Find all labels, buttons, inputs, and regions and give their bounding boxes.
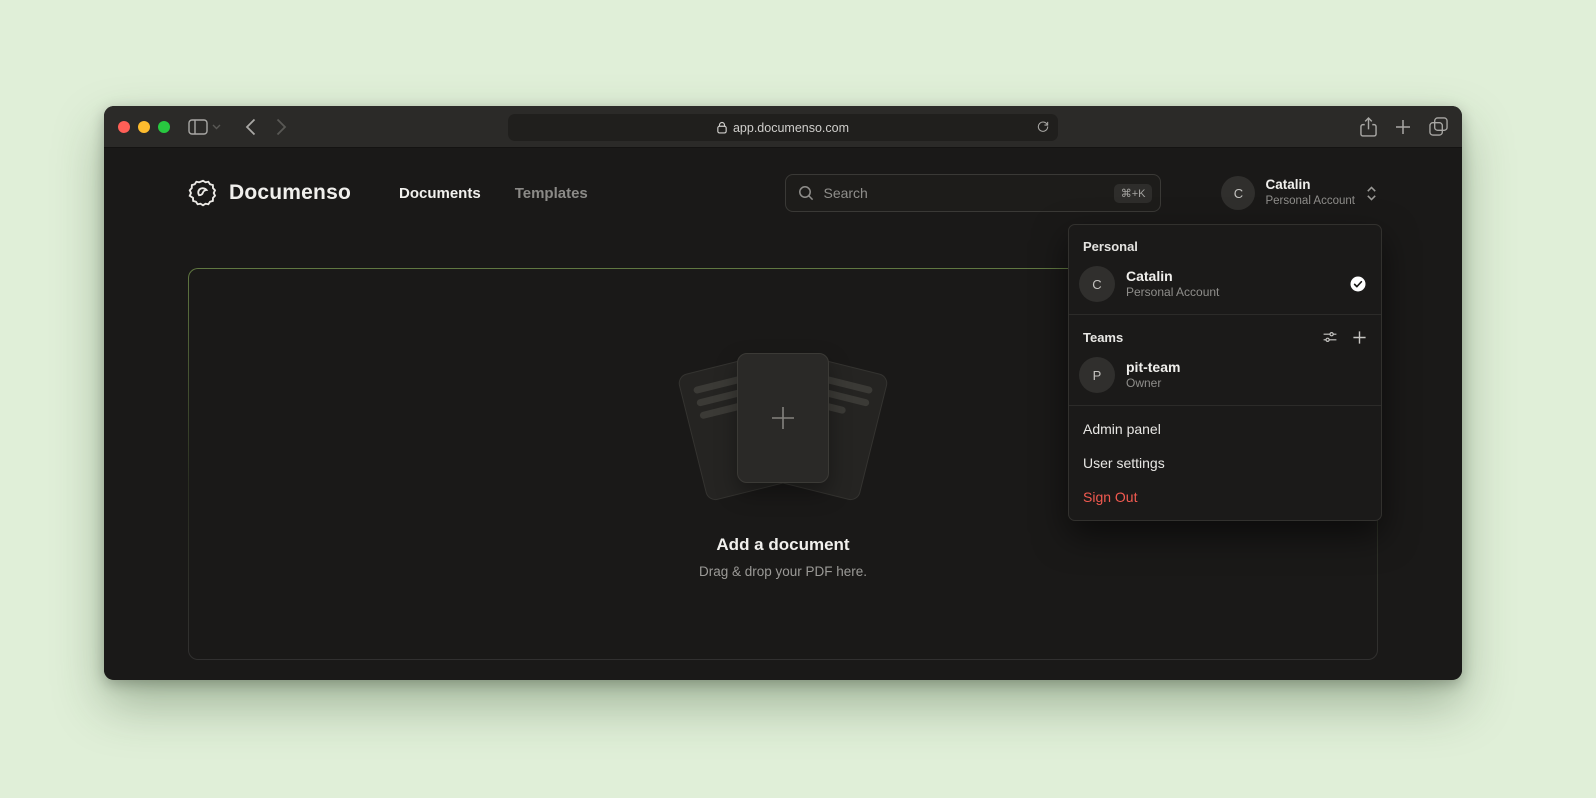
check-circle-icon — [1349, 275, 1367, 293]
menu-personal-account-row[interactable]: C Catalin Personal Account — [1069, 260, 1381, 312]
zoom-window-button[interactable] — [158, 121, 170, 133]
dropzone-title: Add a document — [716, 535, 849, 555]
menu-teams-label: Teams — [1083, 330, 1308, 345]
document-card-center — [737, 353, 829, 483]
menu-team-row[interactable]: P pit-team Owner — [1069, 351, 1381, 403]
search-shortcut-badge: ⌘+K — [1114, 184, 1153, 203]
address-bar[interactable]: app.documenso.com — [508, 114, 1058, 141]
search-box[interactable]: ⌘+K — [785, 174, 1161, 212]
manage-teams-button[interactable] — [1322, 329, 1338, 345]
main-nav: Documents Templates — [399, 185, 588, 202]
account-type: Personal Account — [1265, 194, 1355, 208]
brand-name: Documenso — [229, 181, 351, 205]
toolbar-right-controls — [1360, 117, 1448, 137]
close-window-button[interactable] — [118, 121, 130, 133]
avatar: C — [1079, 266, 1115, 302]
team-role: Owner — [1126, 376, 1367, 392]
chevron-left-icon — [245, 118, 256, 136]
menu-account-type: Personal Account — [1126, 285, 1338, 301]
team-name: pit-team — [1126, 358, 1367, 376]
chevrons-up-down-icon — [1365, 185, 1378, 202]
share-icon — [1360, 117, 1377, 137]
dropzone-subtitle: Drag & drop your PDF here. — [699, 564, 867, 579]
menu-divider — [1069, 405, 1381, 406]
share-button[interactable] — [1360, 117, 1377, 137]
plus-icon — [768, 403, 798, 433]
menu-personal-label: Personal — [1069, 231, 1381, 260]
forward-button[interactable] — [276, 118, 287, 136]
lock-icon — [717, 121, 727, 134]
search-input[interactable] — [823, 185, 1104, 201]
page-content: Documenso Documents Templates ⌘+K C Cata… — [104, 148, 1462, 679]
sidebar-chevron-button[interactable] — [212, 124, 221, 130]
refresh-icon — [1036, 119, 1050, 134]
sidebar-icon — [188, 119, 208, 135]
add-team-button[interactable] — [1352, 330, 1367, 345]
window-controls — [118, 121, 170, 133]
browser-window: app.documenso.com — [104, 106, 1462, 680]
nav-templates[interactable]: Templates — [515, 185, 588, 202]
sidebar-toggle-button[interactable] — [188, 119, 208, 135]
team-avatar: P — [1079, 357, 1115, 393]
nav-documents[interactable]: Documents — [399, 185, 481, 202]
account-dropdown-menu: Personal C Catalin Personal Account Team… — [1068, 224, 1382, 521]
account-name: Catalin — [1265, 177, 1355, 194]
search-icon — [798, 185, 814, 201]
documenso-logo-icon — [188, 178, 218, 208]
back-button[interactable] — [245, 118, 256, 136]
chevron-right-icon — [276, 118, 287, 136]
tab-overview-icon — [1429, 117, 1448, 136]
menu-item-sign-out[interactable]: Sign Out — [1069, 480, 1381, 514]
menu-item-user-settings[interactable]: User settings — [1069, 446, 1381, 480]
sliders-icon — [1322, 329, 1338, 345]
chevron-down-icon — [212, 124, 221, 130]
browser-toolbar: app.documenso.com — [104, 106, 1462, 148]
document-stack-illustration — [663, 349, 903, 507]
selected-indicator — [1349, 275, 1367, 293]
new-tab-button[interactable] — [1395, 119, 1411, 135]
plus-icon — [1395, 119, 1411, 135]
refresh-button[interactable] — [1036, 119, 1050, 134]
plus-icon — [1352, 330, 1367, 345]
url-text: app.documenso.com — [733, 121, 849, 135]
menu-item-admin-panel[interactable]: Admin panel — [1069, 412, 1381, 446]
minimize-window-button[interactable] — [138, 121, 150, 133]
account-menu-button[interactable]: C Catalin Personal Account — [1221, 176, 1378, 210]
brand[interactable]: Documenso — [188, 178, 351, 208]
tab-overview-button[interactable] — [1429, 117, 1448, 136]
menu-divider — [1069, 314, 1381, 315]
menu-teams-header: Teams — [1069, 321, 1381, 351]
app-header: Documenso Documents Templates ⌘+K C Cata… — [104, 148, 1462, 212]
avatar: C — [1221, 176, 1255, 210]
menu-account-name: Catalin — [1126, 267, 1338, 285]
